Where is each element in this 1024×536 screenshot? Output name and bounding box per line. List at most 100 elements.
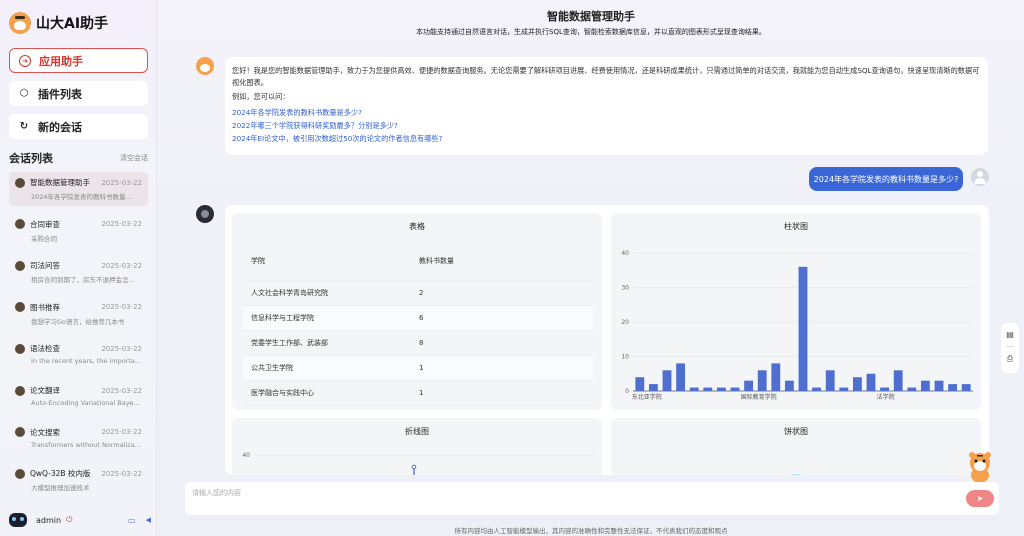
table-header-row: 学院 教科书数量 xyxy=(243,241,593,281)
page-subtitle: 本功能支持通过自然语言对话，生成并执行SQL查询，智能检索数据库信息，并以直观的… xyxy=(416,28,766,36)
example-question-link[interactable]: 2024年EI论文中，被引用次数超过50次的论文的作者信息有哪些? xyxy=(232,132,981,145)
bar xyxy=(771,363,781,391)
print-icon[interactable]: ⎙ xyxy=(1001,354,1019,364)
nav-label: 应用助手 xyxy=(39,54,83,68)
table-row: 公共卫生学院 1 xyxy=(243,356,593,381)
username: admin xyxy=(36,515,62,525)
pie-slice xyxy=(790,473,802,475)
bar xyxy=(852,377,862,391)
session-row: 语法检查 2025-03-22 xyxy=(15,343,142,354)
session-item[interactable]: QwQ-32B 校内版 2025-03-22 大模型推理加速技术 xyxy=(9,463,148,497)
session-row: 合同审查 2025-03-22 xyxy=(15,219,142,230)
table-cell: 2 xyxy=(419,289,424,297)
bar-y-tick-label: 40 xyxy=(621,250,629,257)
table-cell: 1 xyxy=(419,364,424,372)
welcome-example-label: 例如，您可以问： xyxy=(232,92,290,101)
bar xyxy=(866,373,876,391)
session-date: 2025-03-22 xyxy=(101,261,142,270)
session-item[interactable]: 合同审查 2025-03-22 采购合同 xyxy=(9,214,148,248)
session-row: 司法问答 2025-03-22 xyxy=(15,260,142,271)
session-avatar-icon xyxy=(15,302,25,313)
session-name: 司法问答 xyxy=(30,261,60,271)
bar-y-tick-label: 20 xyxy=(621,319,629,326)
session-item[interactable]: 图书推荐 2025-03-22 我想学习Go语言，给推荐几本书 xyxy=(9,297,148,331)
bar-chart-panel: 柱状图 0 10 20 30 40 东北亚学院 国际教育学院 法学院 xyxy=(611,213,981,410)
session-row: 图书推荐 2025-03-22 xyxy=(15,302,142,313)
table-cell: 党委学生工作部、武装部 xyxy=(251,339,328,347)
nav-plugin-list[interactable]: ⬡ 插件列表 xyxy=(9,81,148,106)
brand: 山大AI助手 xyxy=(9,12,108,34)
table-cell: 人文社会科学青岛研究院 xyxy=(251,289,328,297)
user-message-avatar xyxy=(971,168,989,186)
table-row: 党委学生工作部、武装部 8 xyxy=(243,331,593,356)
bar xyxy=(689,387,699,391)
tiger-mascot-icon[interactable] xyxy=(966,451,994,483)
bar-x-tick-label: 东北亚学院 xyxy=(632,393,662,401)
session-item[interactable]: 论文翻译 2025-03-22 Auto-Encoding Variational … xyxy=(9,380,148,414)
session-name: 合同审查 xyxy=(30,219,60,229)
session-item[interactable]: 司法问答 2025-03-22 租房合同到期了，房东不退押金怎... xyxy=(9,255,148,289)
example-question-link[interactable]: 2024年各学院发表的教科书数量是多少? xyxy=(232,106,981,119)
bar xyxy=(730,387,740,391)
monitor-icon[interactable]: ▭ xyxy=(128,516,136,525)
session-row: 论文搜索 2025-03-22 xyxy=(15,427,142,438)
bar-x-tick-label: 法学院 xyxy=(877,393,895,401)
session-avatar-icon xyxy=(15,468,25,479)
chat-input-box[interactable]: 请输入您的内容 ➤ xyxy=(185,482,999,515)
bar xyxy=(648,384,658,391)
bookmark-icon[interactable]: ▤ xyxy=(1001,330,1019,339)
session-name: QwQ-32B 校内版 xyxy=(30,469,91,479)
logout-icon[interactable]: ⏻ xyxy=(66,515,72,525)
table-row: 人文社会科学青岛研究院 2 xyxy=(243,281,593,306)
pie-chart-panel: 饼状图 xyxy=(611,418,981,475)
session-item[interactable]: 语法检查 2025-03-22 In the recent years, the i… xyxy=(9,338,148,372)
bar xyxy=(798,266,808,391)
divider: — xyxy=(1006,342,1014,351)
nav-new-chat[interactable]: ↻ 新的会话 xyxy=(9,114,148,139)
plugin-icon: ⬡ xyxy=(19,88,29,99)
tiger-logo-icon xyxy=(9,12,31,34)
session-item[interactable]: 论文搜索 2025-03-22 Transformers without Norma… xyxy=(9,422,148,456)
line-chart-panel: 折线图 40 xyxy=(232,418,602,475)
session-name: 智能数据管理助手 xyxy=(30,178,90,187)
table-header-cell: 教科书数量 xyxy=(419,256,454,265)
user-message: 2024年各学院发表的教科书数量是多少? xyxy=(809,167,963,191)
session-date: 2025-03-22 xyxy=(101,428,142,437)
bar xyxy=(716,387,726,391)
session-preview: 我想学习Go语言，给推荐几本书 xyxy=(31,317,125,326)
session-date: 2025-03-22 xyxy=(101,178,142,187)
bar xyxy=(784,380,794,391)
assistant-avatar xyxy=(196,57,214,75)
bar-y-tick-label: 30 xyxy=(621,285,629,292)
nav-app-assistant[interactable]: ➜ 应用助手 xyxy=(9,48,148,73)
session-row: QwQ-32B 校内版 2025-03-22 xyxy=(15,468,142,479)
bar xyxy=(880,387,890,391)
table-cell: 医学融合与实践中心 xyxy=(251,389,314,397)
collapse-sidebar-icon[interactable]: ◀ xyxy=(146,516,151,524)
table-header-cell: 学院 xyxy=(251,256,265,265)
session-name: 图书推荐 xyxy=(30,302,60,312)
clear-sessions-button[interactable]: 清空会话 xyxy=(120,153,148,163)
bar xyxy=(961,384,971,391)
line-y-tick-label: 40 xyxy=(242,452,250,459)
disclaimer: 所有内容均由人工智能模型输出，其内容的准确性和完整性无法保证，不代表我们的态度和… xyxy=(454,527,728,535)
session-date: 2025-03-22 xyxy=(101,220,142,229)
session-avatar-icon xyxy=(15,343,25,354)
session-preview: 采购合同 xyxy=(31,234,57,243)
user-avatar[interactable] xyxy=(9,513,27,527)
send-button[interactable]: ➤ xyxy=(966,490,994,507)
bar xyxy=(744,380,754,391)
example-question-link[interactable]: 2022年哪三个学院获得科研奖励最多？分别是多少? xyxy=(232,119,981,132)
session-preview: Transformers without Normaliza... xyxy=(31,440,141,449)
session-item[interactable]: 智能数据管理助手 2025-03-22 2024年各学院发表的教科书数量... xyxy=(9,172,148,206)
bar xyxy=(948,384,958,391)
page-title: 智能数据管理助手 xyxy=(547,10,635,23)
result-table: 学院 教科书数量 人文社会科学青岛研究院 2 信息科学与工程学院 6 党委学生工作部、武… xyxy=(243,241,593,406)
session-date: 2025-03-22 xyxy=(101,469,142,478)
session-list-title: 会话列表 xyxy=(9,152,53,165)
nav-label: 插件列表 xyxy=(38,87,82,101)
session-preview: 2024年各学院发表的教科书数量... xyxy=(31,193,132,201)
app-title: 山大AI助手 xyxy=(36,16,109,32)
session-row: 论文翻译 2025-03-22 xyxy=(15,385,142,396)
session-date: 2025-03-22 xyxy=(101,303,142,312)
